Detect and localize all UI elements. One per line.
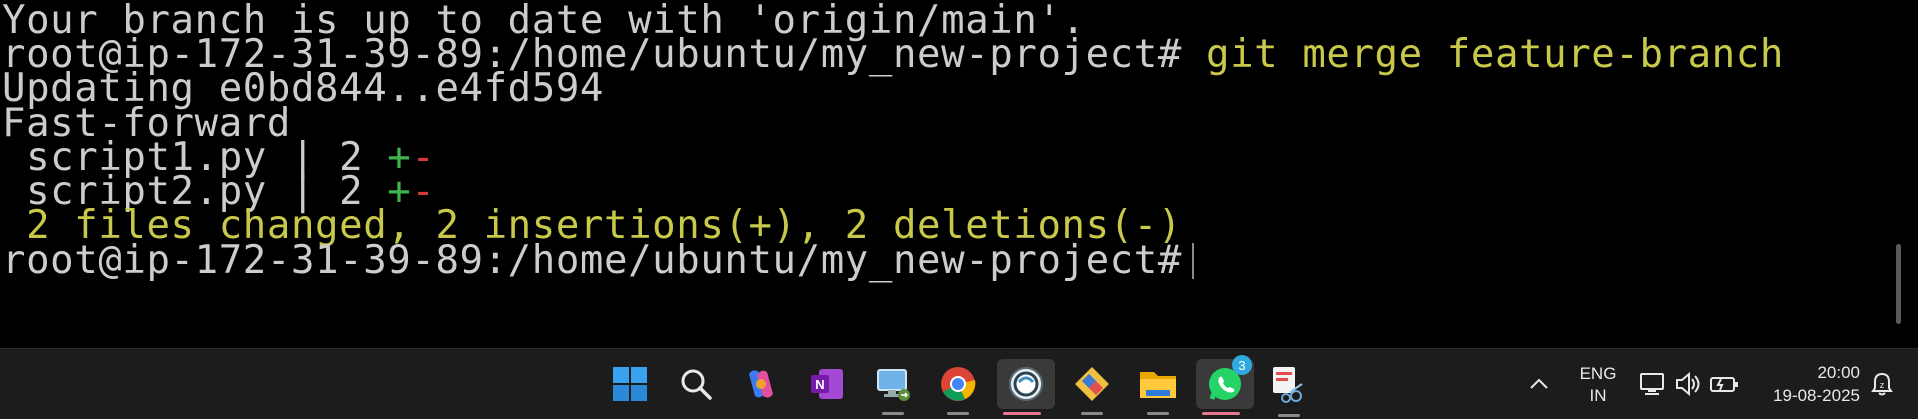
terminal-line-prompt[interactable]: root@ip-172-31-39-89:/home/ubuntu/my_new… bbox=[2, 240, 1194, 282]
running-indicator bbox=[882, 412, 904, 415]
chrome-icon[interactable] bbox=[933, 359, 983, 415]
onenote-icon[interactable]: N bbox=[802, 359, 852, 409]
terminal-window[interactable]: Your branch is up to date with 'origin/m… bbox=[0, 0, 1904, 348]
running-indicator bbox=[1147, 412, 1169, 415]
snipping-tool-icon[interactable] bbox=[1264, 359, 1314, 417]
running-indicator bbox=[1278, 414, 1300, 417]
active-indicator bbox=[1202, 412, 1240, 415]
battery-icon[interactable] bbox=[1704, 359, 1744, 409]
terminal-app-icon[interactable] bbox=[997, 359, 1055, 415]
svg-text:z: z bbox=[1880, 380, 1885, 390]
text-cursor bbox=[1191, 243, 1194, 279]
shell-prompt: root@ip-172-31-39-89:/home/ubuntu/my_new… bbox=[2, 238, 1182, 283]
date-text: 19-08-2025 bbox=[1773, 386, 1860, 405]
copilot-icon[interactable] bbox=[736, 359, 786, 409]
notification-badge: 3 bbox=[1232, 355, 1252, 375]
running-indicator bbox=[1081, 412, 1103, 415]
active-indicator bbox=[1003, 412, 1041, 415]
whatsapp-icon[interactable]: 3 bbox=[1196, 355, 1254, 415]
language-indicator[interactable]: ENG IN bbox=[1572, 363, 1624, 407]
network-icon[interactable] bbox=[1632, 359, 1672, 409]
clock[interactable]: 20:00 19-08-2025 bbox=[1748, 361, 1860, 407]
svg-text:N: N bbox=[815, 377, 824, 392]
time-text: 20:00 bbox=[1817, 363, 1860, 382]
search-icon[interactable] bbox=[671, 359, 721, 409]
volume-icon[interactable] bbox=[1668, 359, 1708, 409]
chevron-up-icon[interactable] bbox=[1514, 359, 1564, 409]
scrollbar-thumb[interactable] bbox=[1896, 244, 1901, 324]
file-explorer-icon[interactable] bbox=[1133, 359, 1183, 415]
windows-start-icon[interactable] bbox=[605, 359, 655, 409]
remote-desktop-icon[interactable] bbox=[868, 359, 918, 415]
command-text: git merge feature-branch bbox=[1181, 32, 1784, 77]
taskbar: N 3 ENG IN 20:00 19-08-2025 z bbox=[0, 348, 1918, 419]
notification-icon[interactable]: z bbox=[1862, 359, 1902, 409]
scrollbar-track[interactable] bbox=[1890, 0, 1904, 348]
git-icon[interactable] bbox=[1067, 359, 1117, 415]
running-indicator bbox=[947, 412, 969, 415]
